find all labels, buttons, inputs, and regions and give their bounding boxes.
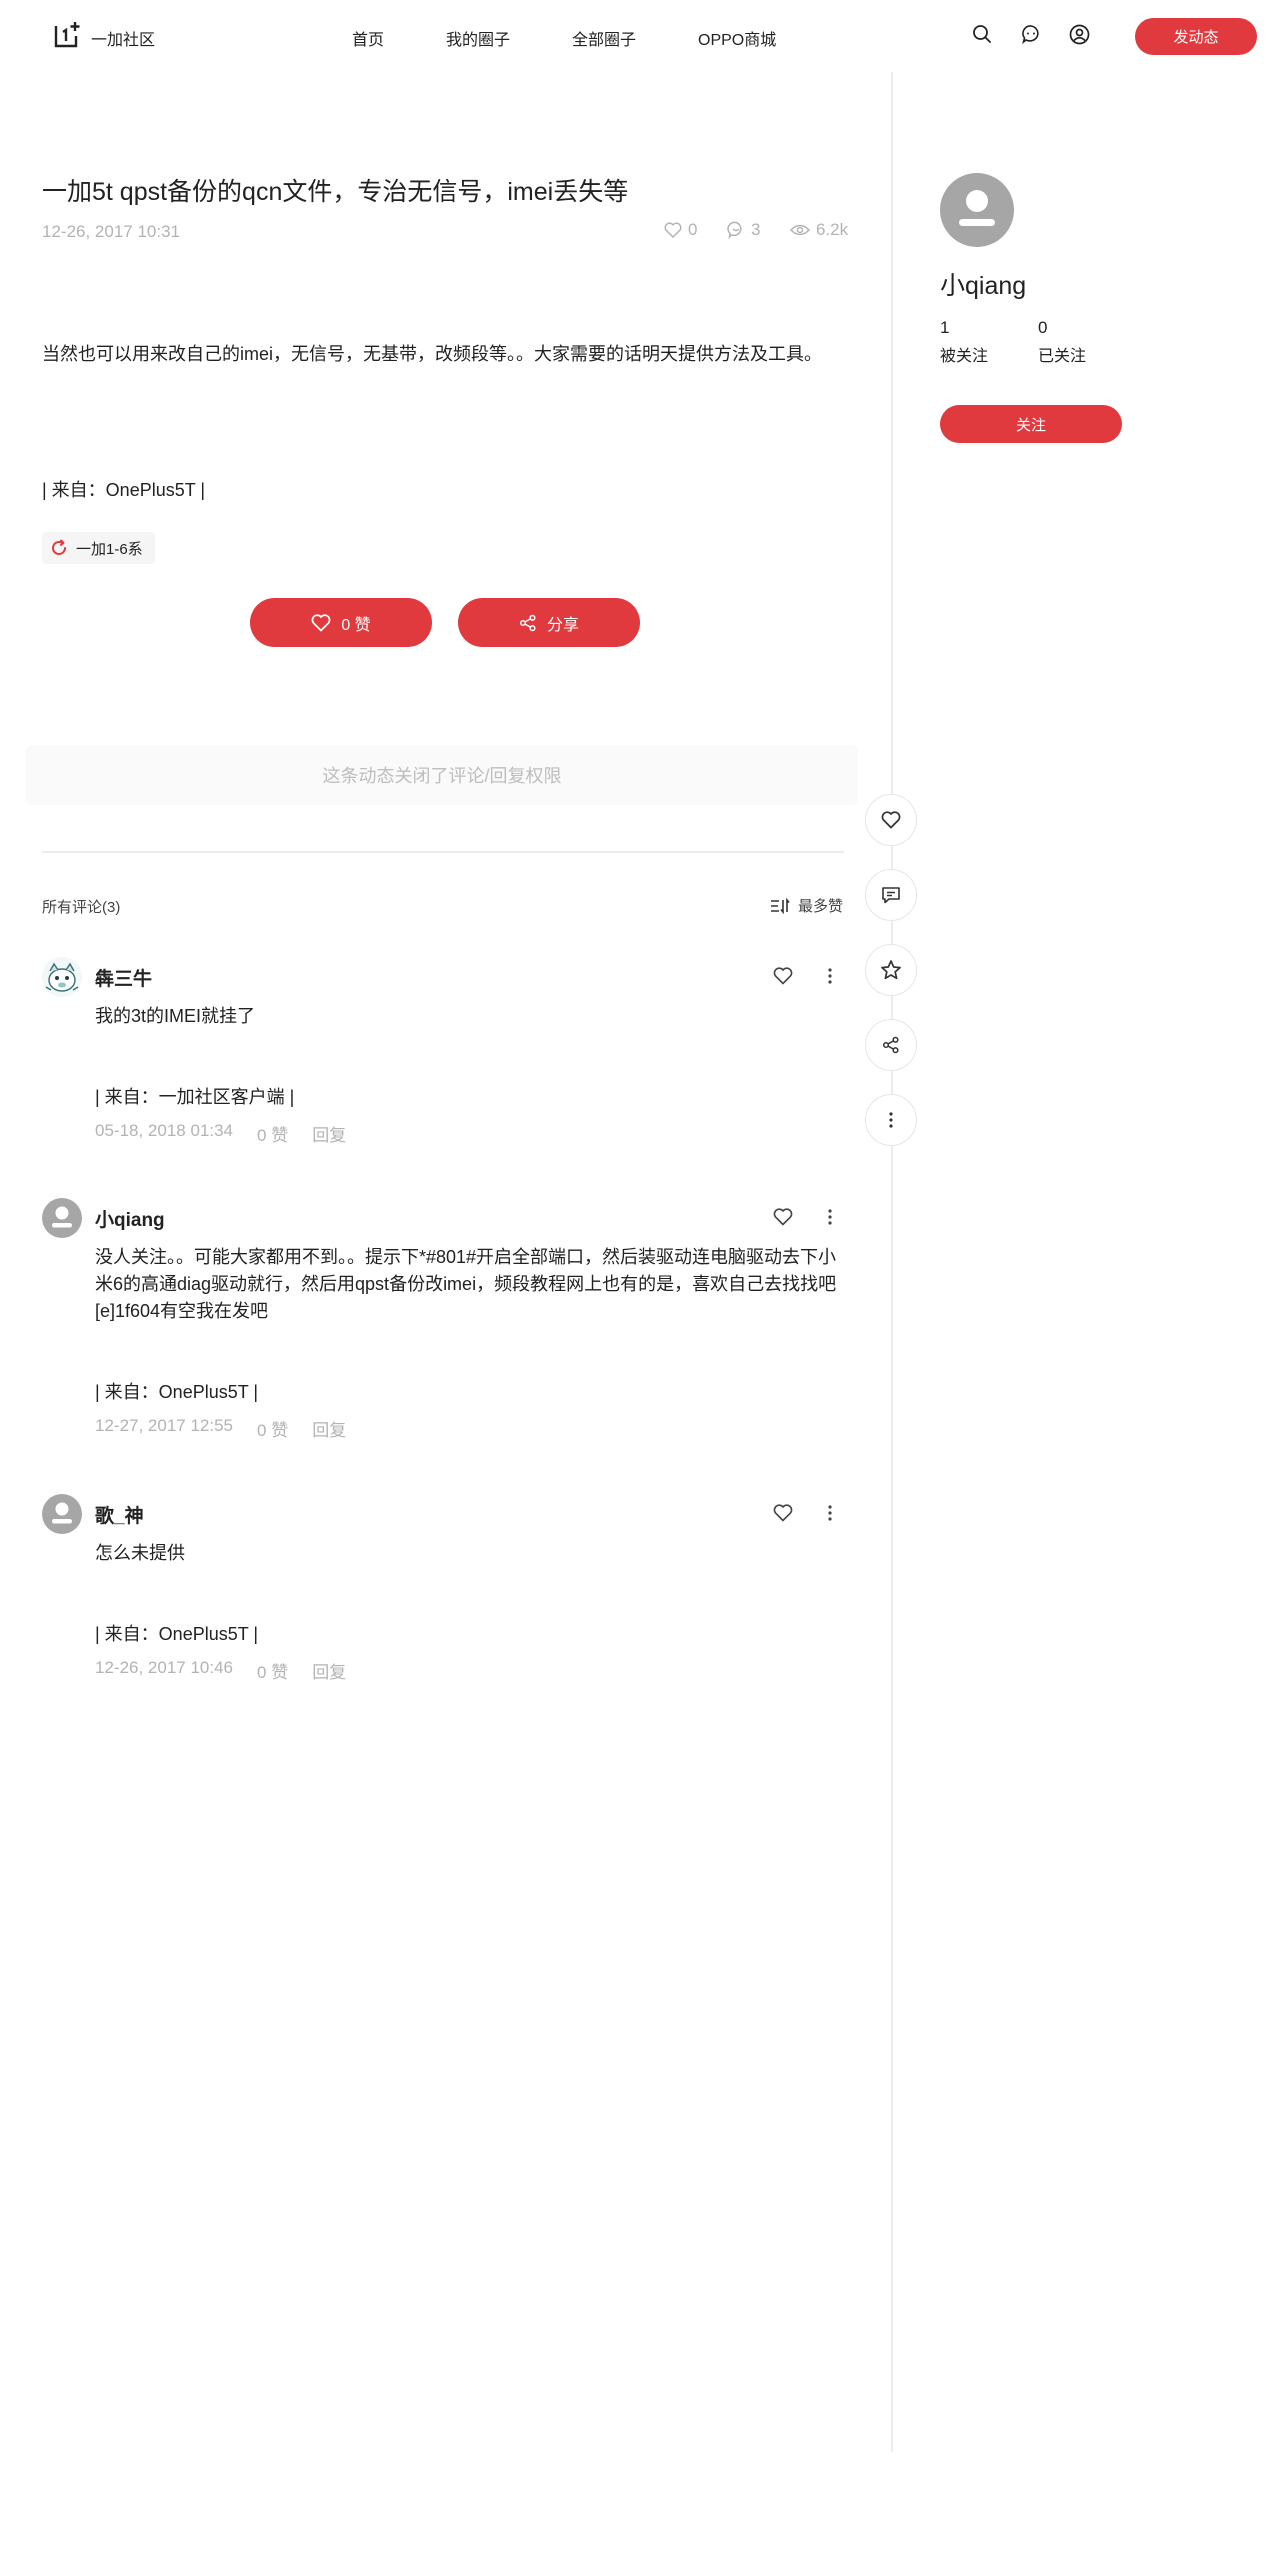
comments-closed-notice: 这条动态关闭了评论/回复权限 [26,745,858,805]
comment-item: 小qiang 没人关注。。可能大家都用不到。。提示下*#801#开启全部端口，然… [42,1198,844,1458]
nav-oppo-store[interactable]: OPPO商城 [698,26,776,50]
comment-icon [882,887,900,904]
comment-reply-button[interactable]: 回复 [312,1121,346,1146]
comment-meta: 12-27, 2017 12:55 0 赞 回复 [95,1416,346,1441]
comment-date: 05-18, 2018 01:34 [95,1121,234,1140]
commenter-avatar[interactable] [42,1198,82,1238]
section-divider [42,851,844,853]
post-source: | 来自：OnePlus5T | [42,480,206,500]
comment-source: | 来自：OnePlus5T | [95,1624,259,1644]
comment-date: 12-27, 2017 12:55 [95,1416,234,1435]
comment-text: 怎么未提供 [95,1543,185,1563]
share-button-label: 分享 [546,616,579,634]
comment-source: | 来自：一加社区客户端 | [95,1087,295,1107]
comment-icon [727,221,742,239]
share-icon [519,614,536,631]
share-icon [882,1036,899,1054]
author-name[interactable]: 小qiang [940,266,1026,302]
followers-count[interactable]: 1 [940,318,949,338]
circle-tag[interactable]: 一加1-6系 [42,532,155,564]
float-share-button[interactable] [865,1019,917,1071]
comment-like-icon[interactable] [770,1204,796,1230]
post-like-stat[interactable]: 0 [664,220,697,240]
heart-icon [311,613,331,632]
comment-more-icon[interactable] [820,963,840,989]
comment-item: 歌_神 怎么未提供 | 来自：OnePlus5T | 12-26, 2017 1… [42,1494,844,1694]
comment-like-count[interactable]: 0 赞 [257,1121,288,1146]
top-header: 一加社区 首页 我的圈子 全部圈子 OPPO商城 发动态 [0,0,1284,72]
share-button[interactable]: 分享 [458,598,640,647]
nav-all-circles[interactable]: 全部圈子 [572,26,636,50]
commenter-name[interactable]: 犇三牛 [95,964,152,991]
oneplus-logo-icon[interactable] [54,20,82,48]
refresh-circle-icon [52,539,66,555]
like-button[interactable]: 0 赞 [250,598,432,647]
nav-my-circles[interactable]: 我的圈子 [446,26,510,50]
heart-icon [881,811,901,829]
cartoon-avatar-icon [42,957,82,997]
comment-text: 没人关注。。可能大家都用不到。。提示下*#801#开启全部端口，然后装驱动连电脑… [95,1247,837,1321]
float-favorite-button[interactable] [865,944,917,996]
user-account-icon[interactable] [1067,22,1091,46]
comment-text: 我的3t的IMEI就挂了 [95,1006,256,1026]
circle-tag-label: 一加1-6系 [76,540,143,558]
comment-meta: 12-26, 2017 10:46 0 赞 回复 [95,1658,346,1683]
comment-like-count[interactable]: 0 赞 [257,1658,288,1683]
sort-dropdown[interactable]: 最多赞 [770,895,843,916]
post-date: 12-26, 2017 10:31 [42,222,181,241]
column-divider [891,72,893,2452]
star-icon [881,960,901,980]
comment-more-icon[interactable] [820,1500,840,1526]
comment-like-count[interactable]: 0 赞 [257,1416,288,1441]
comment-meta: 05-18, 2018 01:34 0 赞 回复 [95,1121,346,1146]
post-view-stat: 6.2k [790,220,848,240]
comment-reply-button[interactable]: 回复 [312,1416,346,1441]
followers-label: 被关注 [940,348,989,365]
heart-icon [664,222,682,238]
brand-name[interactable]: 一加社区 [91,26,155,50]
more-vertical-icon [889,1112,893,1128]
float-more-button[interactable] [865,1094,917,1146]
commenter-name[interactable]: 小qiang [95,1205,165,1232]
eye-icon [790,224,810,236]
commenter-avatar[interactable] [42,957,82,997]
sort-label: 最多赞 [798,898,844,915]
post-comment-count: 3 [751,220,761,239]
like-button-label: 0 赞 [341,616,371,634]
comment-item: 犇三牛 我的3t的IMEI就挂了 | 来自：一加社区客户端 | 05-18, 2… [42,957,844,1157]
post-like-count: 0 [688,220,698,239]
follow-button[interactable]: 关注 [940,405,1122,443]
float-like-button[interactable] [865,794,917,846]
post-button[interactable]: 发动态 [1135,18,1257,55]
float-comment-button[interactable] [865,869,917,921]
default-avatar-icon [52,1502,72,1524]
message-icon[interactable] [1019,22,1043,46]
following-label: 已关注 [1038,348,1087,365]
post-view-count: 6.2k [816,220,849,239]
comment-more-icon[interactable] [820,1204,840,1230]
author-avatar[interactable] [940,173,1014,247]
post-title: 一加5t qpst备份的qcn文件，专治无信号，imei丢失等 [42,178,629,206]
comment-reply-button[interactable]: 回复 [312,1658,346,1683]
commenter-name[interactable]: 歌_神 [95,1501,144,1528]
post-comment-stat[interactable]: 3 [727,220,760,240]
commenter-avatar[interactable] [42,1494,82,1534]
post-body: 当然也可以用来改自己的imei，无信号，无基带，改频段等。。大家需要的话明天提供… [42,344,822,364]
sort-icon [771,897,790,914]
comment-source: | 来自：OnePlus5T | [95,1382,259,1402]
search-icon[interactable] [970,22,994,46]
default-avatar-icon [52,1206,72,1228]
nav-home[interactable]: 首页 [352,26,384,50]
comment-like-icon[interactable] [770,1500,796,1526]
following-count[interactable]: 0 [1038,318,1047,338]
comment-date: 12-26, 2017 10:46 [95,1658,234,1677]
default-avatar-icon [959,190,995,226]
comments-count-label: 所有评论(3) [42,899,121,916]
comment-like-icon[interactable] [770,963,796,989]
